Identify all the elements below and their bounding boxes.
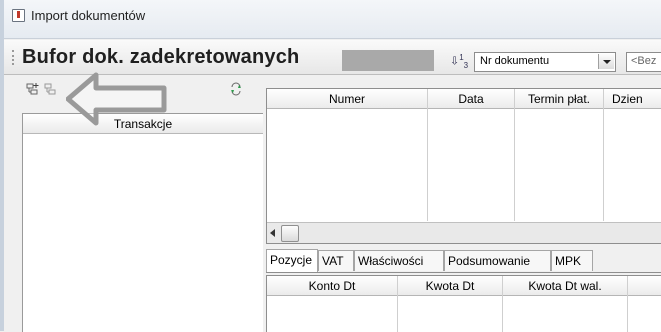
sort-order-icon[interactable]: ⇩13 — [450, 53, 468, 70]
sort-combo[interactable]: Nr dokumentu — [474, 52, 616, 72]
tab-wlasciwosci[interactable]: Właściwości — [354, 250, 444, 271]
toolbar-grip[interactable] — [12, 50, 16, 65]
filter-combo[interactable]: <Bez — [626, 52, 661, 72]
column-header-numer[interactable]: Numer — [267, 92, 427, 106]
tab-vat[interactable]: VAT — [318, 250, 354, 271]
detail-tabs: Pozycje VAT Właściwości Podsumowanie MPK — [266, 248, 661, 273]
tab-mpk[interactable]: MPK — [551, 250, 593, 271]
tab-podsumowanie[interactable]: Podsumowanie — [444, 250, 551, 271]
column-divider — [627, 276, 628, 332]
column-divider — [397, 276, 398, 332]
tab-label: Właściwości — [358, 254, 424, 268]
column-divider — [502, 276, 503, 332]
column-header-konto-dt[interactable]: Konto Dt — [267, 279, 397, 293]
documents-grid[interactable]: Numer Data Termin płat. Dzien — [266, 88, 661, 244]
entries-grid[interactable]: Konto Dt Kwota Dt Kwota Dt wal. — [266, 275, 661, 332]
tab-label: Podsumowanie — [448, 254, 531, 268]
scroll-thumb[interactable] — [281, 225, 299, 242]
scroll-left-icon[interactable] — [270, 229, 275, 237]
chevron-down-icon[interactable] — [598, 54, 614, 69]
entries-grid-header: Konto Dt Kwota Dt Kwota Dt wal. — [267, 276, 661, 296]
tab-label: MPK — [555, 254, 582, 268]
column-divider — [603, 89, 604, 221]
window-title: Import dokumentów — [31, 8, 146, 23]
header-toolbar: Bufor dok. zadekretowanych ⇩13 Nr dokume… — [4, 40, 661, 75]
horizontal-scrollbar[interactable] — [267, 222, 661, 243]
search-field[interactable] — [342, 50, 434, 71]
title-bar[interactable]: Import dokumentów — [4, 0, 661, 39]
column-header-dzien[interactable]: Dzien — [604, 92, 661, 106]
column-header-kwota-dt-wal[interactable]: Kwota Dt wal. — [503, 279, 627, 293]
tab-pozycje[interactable]: Pozycje — [266, 249, 318, 272]
refresh-icon[interactable] — [229, 82, 243, 96]
left-arrow-annotation — [66, 72, 167, 126]
column-divider — [427, 89, 428, 221]
sort-combo-value: Nr dokumentu — [480, 55, 550, 67]
add-icon[interactable] — [26, 82, 40, 96]
transactions-tree[interactable]: Transakcje — [22, 113, 263, 332]
page-title: Bufor dok. zadekretowanych — [22, 46, 300, 68]
filter-combo-value: <Bez — [631, 55, 657, 67]
column-header-kwota-dt[interactable]: Kwota Dt — [398, 279, 502, 293]
import-window: Import dokumentów Bufor dok. zadekretowa… — [0, 0, 661, 332]
tab-label: Pozycje — [270, 253, 313, 267]
documents-grid-header: Numer Data Termin płat. Dzien — [267, 89, 661, 109]
app-icon[interactable] — [12, 9, 25, 22]
remove-icon[interactable] — [44, 82, 58, 96]
column-divider — [514, 89, 515, 221]
tab-label: VAT — [322, 254, 344, 268]
column-header-data[interactable]: Data — [428, 92, 514, 106]
column-header-termin[interactable]: Termin płat. — [515, 92, 603, 106]
